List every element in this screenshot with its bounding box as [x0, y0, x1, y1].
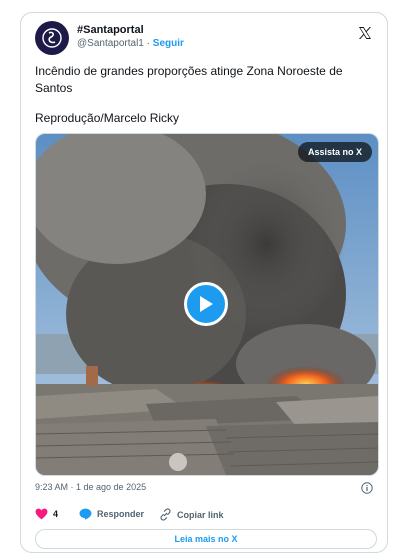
heart-icon	[35, 508, 48, 520]
link-icon	[160, 508, 171, 521]
x-logo-icon[interactable]	[357, 25, 373, 41]
embedded-post-card: #Santaportal @Santaportal1 · Seguir Incê…	[20, 12, 388, 553]
post-meta: 9:23 AM · 1 de ago de 2025	[35, 482, 373, 496]
post-timestamp[interactable]: 9:23 AM · 1 de ago de 2025	[35, 482, 146, 492]
account-handle[interactable]: @Santaportal1	[77, 38, 144, 49]
watch-on-x-button[interactable]: Assista no X	[297, 142, 372, 162]
copy-link-button[interactable]: Copiar link	[159, 508, 224, 521]
separator-dot: ·	[146, 38, 150, 49]
display-name[interactable]: #Santaportal	[77, 23, 184, 37]
reply-icon	[79, 508, 92, 520]
reply-button[interactable]: Responder	[79, 508, 144, 520]
like-count: 4	[53, 509, 59, 519]
read-more-button[interactable]: Leia mais no X	[35, 529, 377, 549]
info-icon[interactable]	[361, 482, 373, 494]
video-player[interactable]: Assista no X	[35, 133, 379, 476]
avatar-logo-icon	[42, 28, 62, 48]
play-icon	[200, 296, 213, 312]
reply-label: Responder	[97, 509, 145, 519]
post-header: #Santaportal @Santaportal1 · Seguir	[35, 21, 373, 57]
post-text: Incêndio de grandes proporções atinge Zo…	[35, 64, 343, 95]
play-button[interactable]	[184, 282, 228, 326]
copy-link-label: Copiar link	[177, 509, 224, 520]
avatar[interactable]	[35, 21, 69, 55]
like-button[interactable]: 4	[35, 508, 58, 520]
photo-credit: Reprodução/Marcelo Ricky	[35, 111, 180, 125]
follow-link[interactable]: Seguir	[153, 38, 184, 49]
